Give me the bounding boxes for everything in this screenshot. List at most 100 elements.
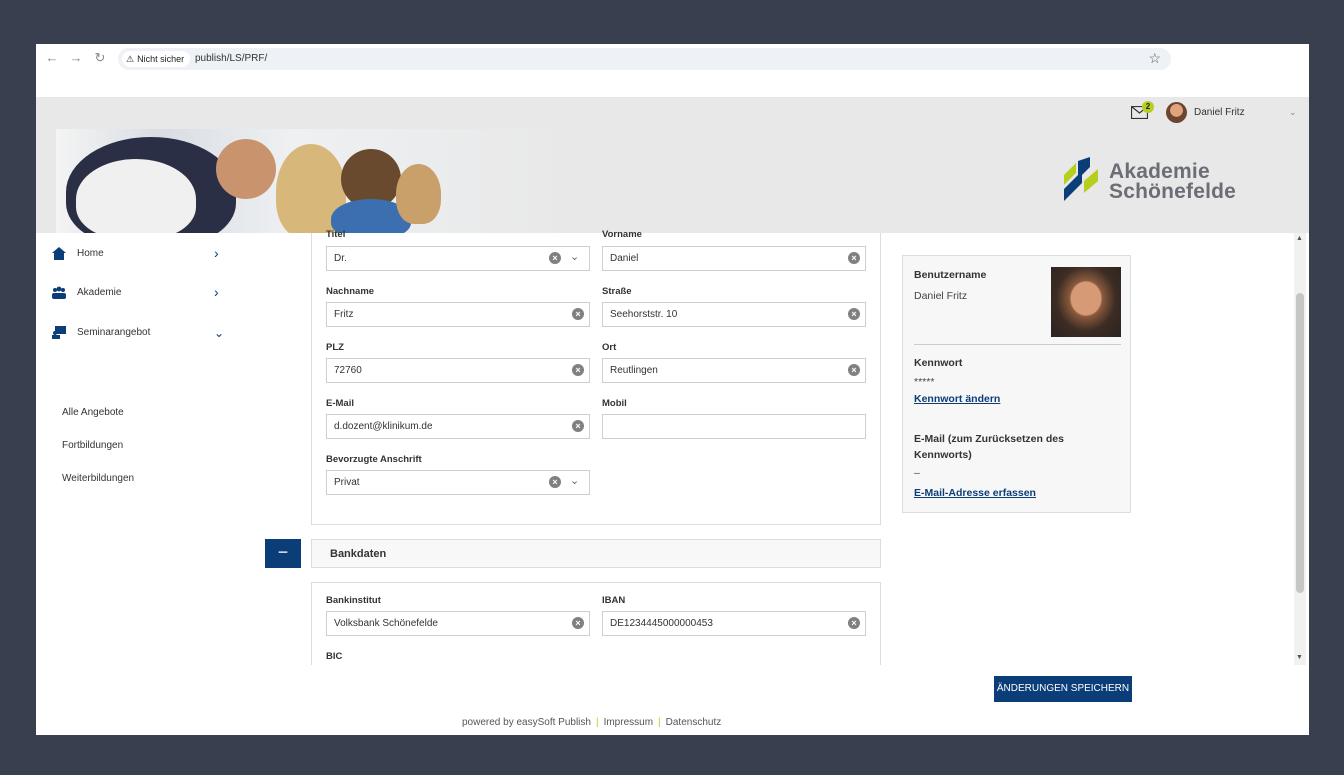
sidebar-item-home[interactable]: Home ›	[36, 239, 244, 269]
profile-photo[interactable]	[1051, 267, 1121, 337]
strasse-field[interactable]: Seehorststr. 10 ×	[602, 302, 866, 327]
ort-label: Ort	[602, 342, 617, 353]
bank-data-panel: Bankinstitut Volksbank Schönefelde × IBA…	[311, 582, 881, 665]
nachname-field[interactable]: Fritz ×	[326, 302, 590, 327]
anschrift-select[interactable]: Privat × ⌄	[326, 470, 590, 495]
collapse-bankdaten-button[interactable]: −	[265, 539, 301, 568]
mobil-field[interactable]	[602, 414, 866, 439]
url-text[interactable]: publish/LS/PRF/	[195, 52, 267, 66]
group-icon	[52, 286, 66, 299]
clear-icon[interactable]: ×	[848, 308, 860, 320]
add-email-link[interactable]: E-Mail-Adresse erfassen	[914, 487, 1036, 499]
forward-icon[interactable]: →	[68, 50, 84, 66]
chevron-right-icon: ›	[214, 245, 219, 261]
reset-email-value: –	[914, 467, 920, 479]
avatar[interactable]	[1166, 102, 1187, 123]
nachname-label: Nachname	[326, 286, 375, 297]
scroll-down-icon[interactable]: ▼	[1296, 654, 1303, 661]
account-card: Benutzername Daniel Fritz Kennwort *****…	[902, 255, 1131, 513]
strasse-label: Straße	[602, 286, 632, 297]
plz-field[interactable]: 72760 ×	[326, 358, 590, 383]
chevron-down-icon[interactable]: ⌄	[570, 474, 579, 487]
sidebar-item-seminarangebot[interactable]: Seminarangebot ⌄	[36, 318, 244, 348]
password-mask: *****	[914, 376, 935, 388]
vorname-value: Daniel	[610, 253, 639, 264]
vorname-field[interactable]: Daniel ×	[602, 246, 866, 271]
banner-photo	[56, 129, 576, 233]
mobil-label: Mobil	[602, 398, 627, 409]
sidebar-item-label: Seminarangebot	[77, 327, 151, 338]
sidebar-item-label: Akademie	[77, 287, 122, 298]
bookmark-star-icon[interactable]: ☆	[1148, 50, 1161, 67]
clear-icon[interactable]: ×	[848, 617, 860, 629]
reload-icon[interactable]: ↻	[92, 50, 108, 66]
security-chip[interactable]: ⚠ Nicht sicher	[122, 51, 191, 67]
plz-value: 72760	[334, 365, 362, 376]
bankinstitut-value: Volksbank Schönefelde	[334, 618, 438, 629]
browser-toolbar: ← → ↻ ⚠ Nicht sicher publish/LS/PRF/ ☆	[36, 44, 1309, 97]
username-value: Daniel Fritz	[914, 290, 968, 302]
sidebar-item-label: Home	[77, 248, 104, 259]
chevron-down-icon: ⌄	[214, 326, 225, 340]
user-name[interactable]: Daniel Fritz	[1194, 107, 1245, 118]
iban-field[interactable]: DE1234445000000453 ×	[602, 611, 866, 636]
powered-by-text: powered by easySoft Publish	[462, 717, 591, 728]
sidebar-subitem-weiterbildungen[interactable]: Weiterbildungen	[62, 473, 134, 484]
email-field[interactable]: d.dozent@klinikum.de ×	[326, 414, 590, 439]
home-icon	[52, 247, 66, 260]
divider: |	[595, 717, 599, 728]
nachname-value: Fritz	[334, 309, 354, 320]
chevron-down-icon[interactable]: ⌄	[1289, 107, 1297, 118]
vorname-label: Vorname	[602, 229, 642, 240]
chevron-down-icon[interactable]: ⌄	[570, 250, 579, 263]
titel-select[interactable]: Dr. × ⌄	[326, 246, 590, 271]
chevron-right-icon: ›	[214, 284, 219, 300]
divider: |	[658, 717, 661, 728]
sidebar-item-akademie[interactable]: Akademie ›	[36, 278, 244, 308]
datenschutz-link[interactable]: Datenschutz	[666, 717, 722, 728]
sidebar-subitem-fortbildungen[interactable]: Fortbildungen	[62, 440, 123, 451]
bankdaten-header[interactable]: Bankdaten	[311, 539, 881, 568]
hero-banner: Akademie Schönefelde	[36, 129, 1309, 233]
scroll-up-icon[interactable]: ▲	[1296, 235, 1303, 242]
security-label: Nicht sicher	[137, 54, 185, 64]
clear-icon[interactable]: ×	[848, 252, 860, 264]
logo-line1: Akademie	[1109, 160, 1210, 183]
personal-data-panel: Titel Dr. × ⌄ Vorname Daniel × Nachname …	[311, 229, 881, 525]
scroll-thumb[interactable]	[1296, 293, 1304, 593]
seminar-icon	[52, 326, 66, 339]
change-password-link[interactable]: Kennwort ändern	[914, 393, 1000, 405]
save-changes-button[interactable]: ÄNDERUNGEN SPEICHERN	[994, 676, 1132, 702]
clear-icon[interactable]: ×	[549, 252, 561, 264]
divider	[914, 344, 1121, 345]
ort-field[interactable]: Reutlingen ×	[602, 358, 866, 383]
password-label: Kennwort	[914, 357, 963, 369]
bankinstitut-field[interactable]: Volksbank Schönefelde ×	[326, 611, 590, 636]
anschrift-value: Privat	[334, 477, 360, 488]
sidebar-subitem-alle-angebote[interactable]: Alle Angebote	[62, 407, 124, 418]
email-value: d.dozent@klinikum.de	[334, 421, 433, 432]
bic-label: BIC	[326, 651, 343, 662]
clear-icon[interactable]: ×	[572, 420, 584, 432]
section-title: Bankdaten	[330, 548, 387, 560]
strasse-value: Seehorststr. 10	[610, 309, 678, 320]
clear-icon[interactable]: ×	[848, 364, 860, 376]
brand-logo-text[interactable]: Akademie Schönefelde	[1109, 160, 1237, 203]
clear-icon[interactable]: ×	[572, 617, 584, 629]
address-bar[interactable]: ⚠ Nicht sicher publish/LS/PRF/ ☆	[118, 48, 1171, 70]
sidebar: Home › Akademie › Seminarangebot ⌄ Alle …	[36, 233, 244, 735]
titel-value: Dr.	[334, 253, 347, 264]
back-icon[interactable]: ←	[44, 50, 60, 66]
clear-icon[interactable]: ×	[572, 308, 584, 320]
impressum-link[interactable]: Impressum	[604, 717, 653, 728]
clear-icon[interactable]: ×	[549, 476, 561, 488]
clear-icon[interactable]: ×	[572, 364, 584, 376]
user-bar: 2 Daniel Fritz ⌄	[36, 97, 1309, 129]
plz-label: PLZ	[326, 342, 344, 353]
anschrift-label: Bevorzugte Anschrift	[326, 454, 422, 465]
browser-window: ← → ↻ ⚠ Nicht sicher publish/LS/PRF/ ☆ 2…	[36, 44, 1309, 735]
scrollbar[interactable]: ▲ ▼	[1294, 233, 1306, 665]
logo-line2: Schönefelde	[1109, 180, 1237, 203]
email-label: E-Mail	[326, 398, 354, 409]
logo-mark-icon	[1064, 157, 1098, 201]
